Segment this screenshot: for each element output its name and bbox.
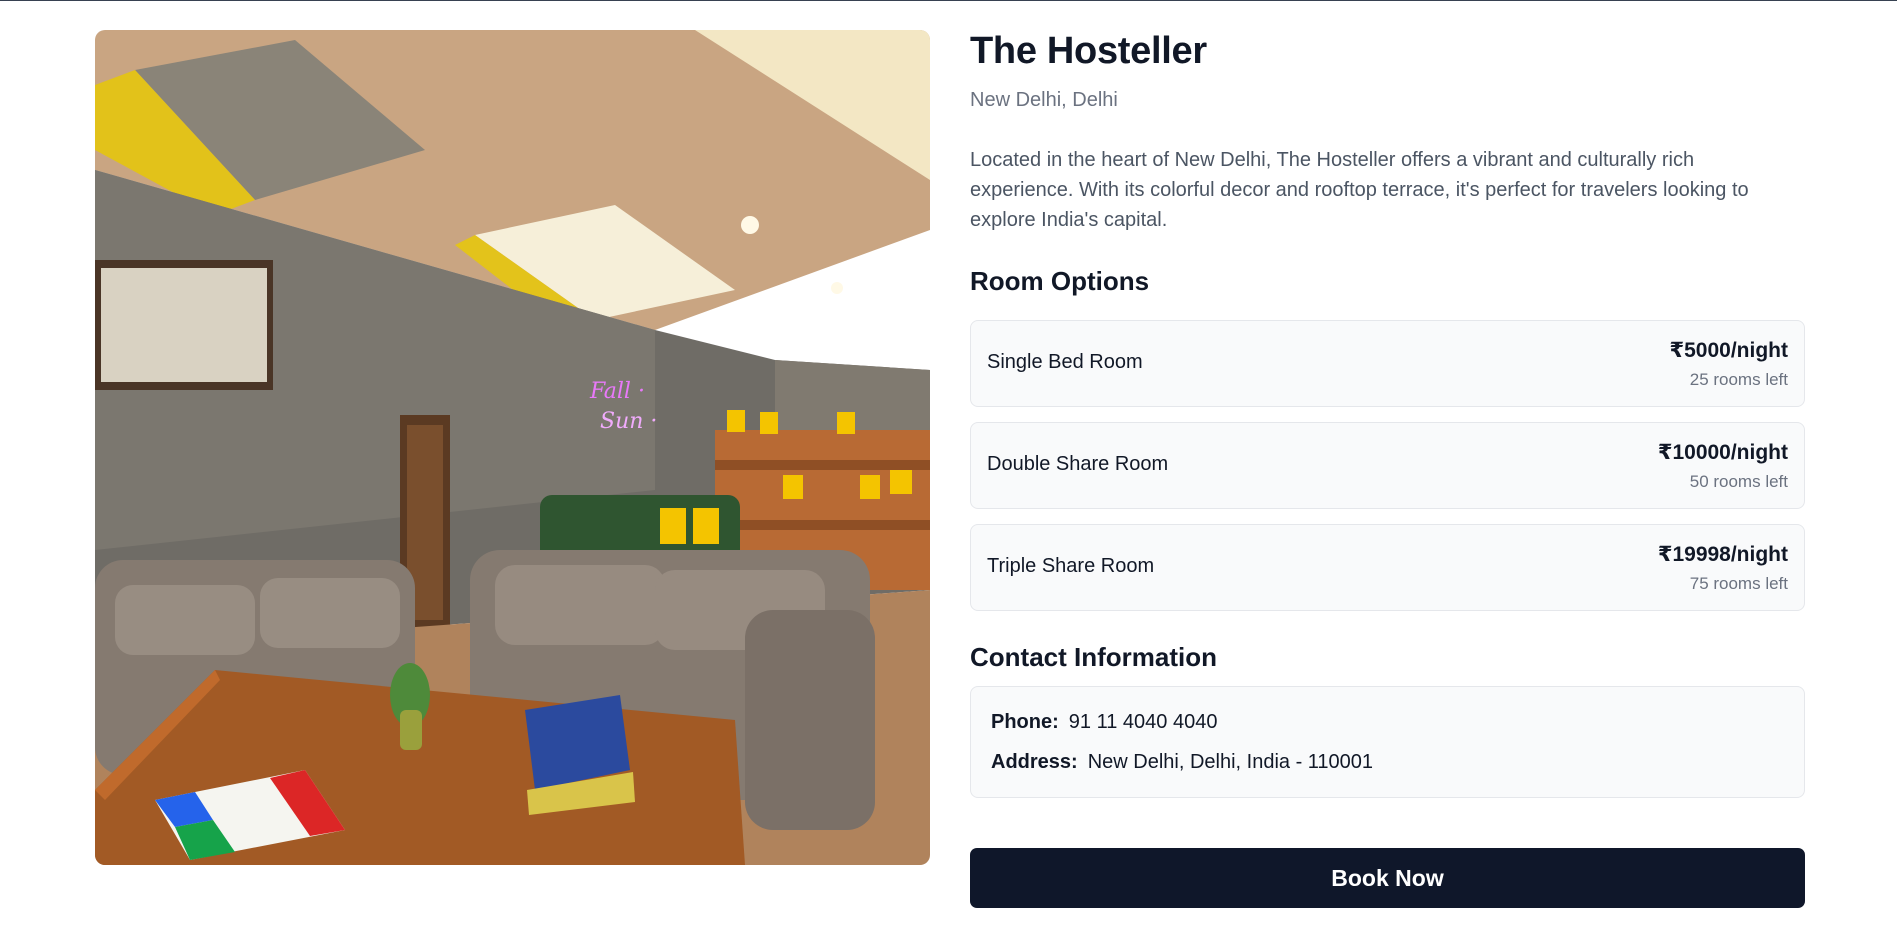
contact-card: Phone: 91 11 4040 4040 Address: New Delhi,… <box>970 686 1805 798</box>
address-row: Address: New Delhi, Delhi, India - 110001 <box>991 751 1373 774</box>
rooms-left: 50 rooms left <box>1689 472 1788 491</box>
room-price: ₹10000/night <box>1657 441 1788 464</box>
top-border <box>0 0 1897 1</box>
hostel-description: Located in the heart of New Delhi, The H… <box>970 149 1749 231</box>
room-name: Triple Share Room <box>987 555 1155 577</box>
room-option-single[interactable]: Single Bed Room ₹5000/night 25 rooms lef… <box>970 320 1805 407</box>
room-name: Double Share Room <box>987 453 1169 475</box>
phone-value: 91 11 4040 4040 <box>1068 711 1218 733</box>
hostel-location: New Delhi, Delhi <box>970 89 1118 111</box>
contact-information-heading: Contact Information <box>970 642 1217 672</box>
address-label: Address: <box>991 751 1078 773</box>
room-price: ₹19998/night <box>1657 543 1788 566</box>
phone-row: Phone: 91 11 4040 4040 <box>991 711 1217 734</box>
main-hostel-photo: Fall · Sun · <box>95 30 930 865</box>
phone-label: Phone: <box>991 711 1059 733</box>
svg-text:Sun ·: Sun · <box>600 409 657 434</box>
rooms-left: 75 rooms left <box>1689 574 1788 593</box>
book-now-button[interactable]: Book Now <box>970 848 1805 908</box>
room-options-heading: Room Options <box>970 266 1150 296</box>
hostel-name: The Hosteller <box>970 30 1207 72</box>
svg-text:Fall ·: Fall · <box>589 379 645 404</box>
room-option-double[interactable]: Double Share Room ₹10000/night 50 rooms … <box>970 422 1805 509</box>
room-name: Single Bed Room <box>987 351 1143 373</box>
rooms-left: 25 rooms left <box>1689 370 1788 389</box>
address-value: New Delhi, Delhi, India - 110001 <box>1087 751 1374 773</box>
room-price: ₹5000/night <box>1669 339 1788 362</box>
room-option-triple[interactable]: Triple Share Room ₹19998/night 75 rooms … <box>970 524 1805 611</box>
